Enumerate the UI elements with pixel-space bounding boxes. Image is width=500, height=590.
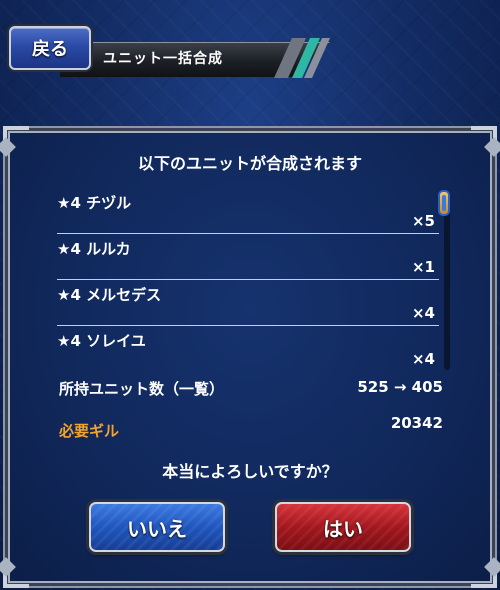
owned-units-label: 所持ユニット数（一覧） (59, 380, 225, 398)
confirm-question: 本当によろしいですか？ (162, 462, 338, 481)
header-stripes-decoration (274, 38, 330, 78)
unit-name: ★4 ルルカ (57, 240, 131, 258)
unit-quantity: ×5 (411, 212, 435, 230)
owned-units-value: 525 → 405 (357, 378, 443, 396)
unit-list[interactable]: ★4 チヅル ×5 ★4 ルルカ ×1 ★4 メルセデス ×4 ★4 ソレイユ … (57, 188, 439, 368)
unit-name: ★4 チヅル (57, 194, 132, 212)
scrollbar-thumb[interactable] (438, 190, 450, 216)
fusion-confirm-dialog: 以下のユニットが合成されます ★4 チヅル ×5 ★4 ルルカ ×1 ★4 メル… (0, 126, 500, 588)
list-item: ★4 ルルカ ×1 (57, 234, 439, 280)
dialog-title: 以下のユニットが合成されます (137, 154, 362, 173)
unit-quantity: ×4 (411, 350, 435, 368)
page-title: ユニット一括合成 (103, 51, 223, 67)
yes-button[interactable]: はい (275, 502, 411, 552)
unit-quantity: ×4 (411, 304, 435, 322)
unit-name: ★4 メルセデス (57, 286, 162, 304)
list-item: ★4 ソレイユ ×4 (57, 326, 439, 368)
back-button[interactable]: 戻る (9, 26, 91, 70)
required-gil-label: 必要ギル (59, 422, 120, 440)
unit-name: ★4 ソレイユ (57, 332, 146, 350)
list-item: ★4 チヅル ×5 (57, 188, 439, 234)
no-button[interactable]: いいえ (89, 502, 225, 552)
unit-quantity: ×1 (411, 258, 435, 276)
required-gil-value: 20342 (390, 414, 443, 432)
list-item: ★4 メルセデス ×4 (57, 280, 439, 326)
scrollbar-track[interactable] (444, 192, 450, 370)
